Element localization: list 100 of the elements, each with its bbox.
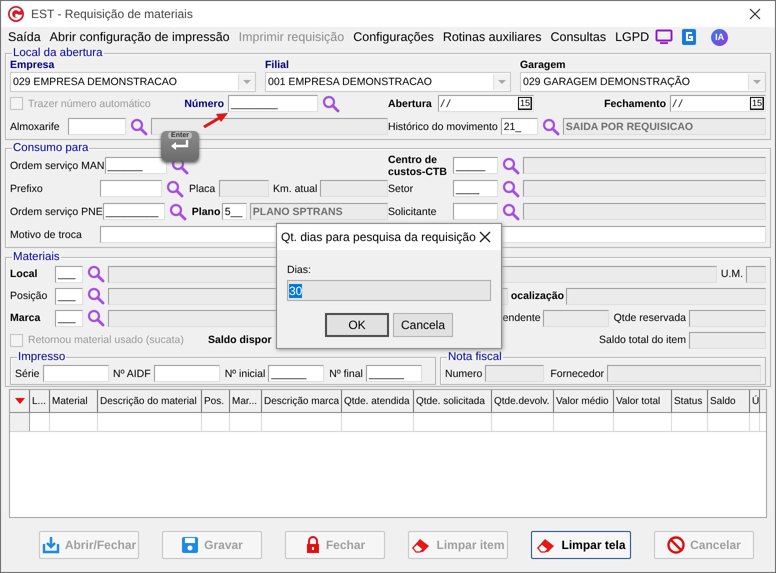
menu-item[interactable]: Configurações	[350, 30, 440, 44]
search-icon[interactable]	[542, 118, 560, 136]
column-header[interactable]: Material	[50, 390, 98, 412]
menu-item[interactable]: Consultas	[548, 30, 612, 44]
search-icon[interactable]	[168, 202, 187, 220]
cancel-icon	[667, 536, 686, 554]
input-field[interactable]: ______	[268, 365, 324, 382]
field-label: Garagem	[520, 59, 567, 71]
return-arrow-icon	[170, 139, 190, 151]
row-indicator[interactable]	[10, 413, 30, 431]
readonly-field: SAIDA POR REQUISICAO	[562, 118, 766, 135]
dropdown-arrow-icon	[753, 80, 761, 84]
menu-item[interactable]: Saída	[5, 30, 47, 44]
date-field[interactable]: / / 15	[438, 95, 534, 112]
readonly-field	[485, 365, 544, 382]
input-field[interactable]	[68, 118, 126, 135]
column-header[interactable]: Descrição marca	[262, 390, 342, 412]
input-field[interactable]: 30	[287, 280, 491, 301]
section-legend: Materiais	[12, 251, 61, 263]
field-label: Placa	[189, 182, 216, 194]
column-header[interactable]: Qtde.devolv.	[492, 390, 554, 412]
search-icon[interactable]	[87, 265, 105, 283]
input-field[interactable]: ______	[366, 365, 422, 382]
section-legend: Nota fiscal	[447, 351, 503, 363]
book-icon[interactable]	[681, 28, 698, 46]
field-label: Filial	[265, 59, 290, 71]
input-field[interactable]	[100, 180, 162, 197]
column-header[interactable]: Saldo	[708, 390, 750, 412]
search-icon[interactable]	[502, 180, 520, 198]
input-field[interactable]: ____	[453, 180, 498, 197]
field-label: Posição	[10, 290, 48, 302]
field-label: Setor	[388, 182, 414, 194]
search-icon[interactable]	[322, 94, 340, 112]
readonly-field	[219, 180, 269, 197]
input-field[interactable]: _____	[453, 157, 498, 174]
search-icon[interactable]	[166, 180, 184, 198]
input-field[interactable]: 21_	[500, 118, 538, 135]
date-field[interactable]: / / 15	[670, 95, 766, 112]
input-field[interactable]: ______	[104, 157, 167, 174]
field-label: Solicitante	[388, 206, 438, 218]
lock-icon	[304, 536, 321, 554]
readonly-field: PLANO SPTRANS	[250, 203, 388, 220]
field-label: Local	[10, 268, 38, 280]
column-header[interactable]: Pos.	[202, 390, 230, 412]
dropdown[interactable]: 029 GARAGEM DEMONSTRAÇÃO	[520, 72, 766, 92]
readonly-field	[746, 266, 766, 282]
calendar-button[interactable]: 15	[518, 97, 532, 110]
column-header[interactable]: Mar...	[230, 390, 262, 412]
field-label: Dias:	[287, 264, 312, 276]
input-field[interactable]: _________	[102, 203, 165, 220]
close-icon[interactable]	[479, 231, 491, 243]
dropdown-arrow-icon	[243, 80, 251, 84]
dropdown[interactable]: 029 EMPRESA DEMONSTRACAO	[10, 72, 256, 92]
field-label: Ordem serviço PNE	[10, 206, 103, 218]
dialog-button[interactable]: OK	[325, 313, 389, 337]
action-button[interactable]: Limpar tela	[531, 531, 631, 559]
search-icon[interactable]	[502, 156, 520, 174]
input-field[interactable]: ___	[55, 310, 83, 326]
eraser-icon	[411, 537, 432, 553]
menu-item[interactable]: LGPD	[612, 30, 656, 44]
field-label: Nº AIDF	[113, 368, 151, 380]
readonly-field	[542, 310, 609, 326]
column-header[interactable]: Valor médio	[554, 390, 614, 412]
search-icon[interactable]	[87, 309, 105, 327]
input-field[interactable]	[154, 365, 220, 382]
column-header[interactable]: L...	[30, 390, 50, 412]
logo-icon	[7, 5, 25, 23]
close-icon[interactable]	[749, 8, 761, 20]
calendar-button[interactable]: 15	[750, 97, 764, 110]
dialog-button[interactable]: Cancela	[393, 313, 453, 337]
input-field[interactable]: ________	[228, 95, 318, 112]
input-field[interactable]: 5__	[222, 203, 247, 220]
column-header[interactable]: Qtde. solicitada	[414, 390, 492, 412]
window-title: EST - Requisição de materiais	[31, 7, 194, 21]
menu-item[interactable]: Abrir configuração de impressão	[46, 30, 236, 44]
field-label: ocalização	[510, 290, 564, 302]
input-field[interactable]: ___	[55, 266, 83, 282]
search-icon[interactable]	[502, 202, 520, 220]
column-header[interactable]: Qtde. atendida	[342, 390, 414, 412]
column-header[interactable]: Descrição do material	[98, 390, 202, 412]
input-field[interactable]: ___	[55, 288, 83, 304]
input-field[interactable]	[43, 365, 109, 382]
menu-item[interactable]: Rotinas auxiliares	[440, 30, 548, 44]
monitor-icon[interactable]	[655, 29, 674, 45]
search-icon[interactable]	[87, 287, 105, 305]
field-label: Abertura	[388, 98, 433, 110]
dropdown[interactable]: 001 EMPRESA DEMONSTRACAO	[265, 72, 511, 92]
field-label: Plano	[192, 206, 222, 218]
search-icon[interactable]	[130, 118, 148, 136]
column-header[interactable]: Ú	[750, 390, 760, 412]
pointer-arrow	[203, 112, 229, 128]
input-field[interactable]	[453, 203, 498, 220]
column-header[interactable]: Status	[672, 390, 708, 412]
column-header[interactable]: Valor total	[614, 390, 672, 412]
field-label: Prefixo	[10, 182, 44, 194]
field-label: Centro de custos-CTB	[388, 154, 448, 178]
field-label: Nº inicial	[224, 368, 266, 380]
ia-badge[interactable]: IA	[711, 28, 728, 46]
field-label: Série	[15, 368, 41, 380]
field-label: Almoxarife	[10, 120, 61, 132]
